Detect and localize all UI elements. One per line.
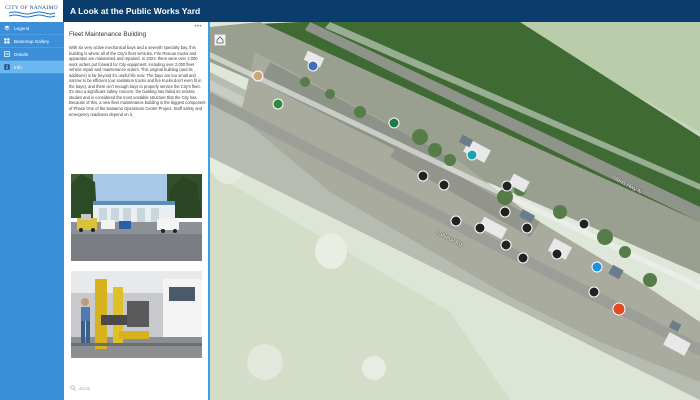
home-button[interactable] <box>214 34 226 46</box>
list-icon <box>4 51 10 57</box>
sidebar-item-basemap-gallery[interactable]: Basemap Gallery <box>0 35 64 48</box>
sidebar-item-label: Details <box>14 51 29 57</box>
app-title: A Look at the Public Works Yard <box>70 6 201 16</box>
sidebar-item-label: Legend <box>14 25 30 31</box>
grid-icon <box>4 38 10 44</box>
fleet-building-photo[interactable] <box>71 174 202 261</box>
sidebar: Legend Basemap Gallery Details Info <box>0 22 64 400</box>
sidebar-item-legend[interactable]: Legend <box>0 22 64 35</box>
panel-title: Fleet Maintenance Building <box>69 31 147 38</box>
aerial-map[interactable]: Island Hwy N Labieux Rd <box>210 22 700 400</box>
magnifier-icon <box>70 385 76 391</box>
info-icon <box>4 64 10 70</box>
map-imagery <box>210 22 700 400</box>
home-icon <box>216 36 224 44</box>
sidebar-item-details[interactable]: Details <box>0 48 64 61</box>
info-panel: ••• Fleet Maintenance Building With six … <box>64 22 210 400</box>
city-logo[interactable]: CITY OF NANAIMO <box>0 0 64 22</box>
app-header: CITY OF NANAIMO A Look at the Public Wor… <box>0 0 700 22</box>
zoom-control[interactable]: Zoom <box>70 385 90 391</box>
mechanic-photo[interactable] <box>71 271 202 358</box>
logo-waves-icon <box>8 11 55 17</box>
panel-options-button[interactable]: ••• <box>194 24 202 30</box>
sidebar-item-label: Info <box>14 64 22 70</box>
panel-description: With six very active mechanical bays and… <box>69 45 206 117</box>
zoom-label: Zoom <box>79 385 91 391</box>
layers-icon <box>4 25 10 31</box>
sidebar-item-label: Basemap Gallery <box>14 38 50 44</box>
sidebar-item-info[interactable]: Info <box>0 61 64 74</box>
